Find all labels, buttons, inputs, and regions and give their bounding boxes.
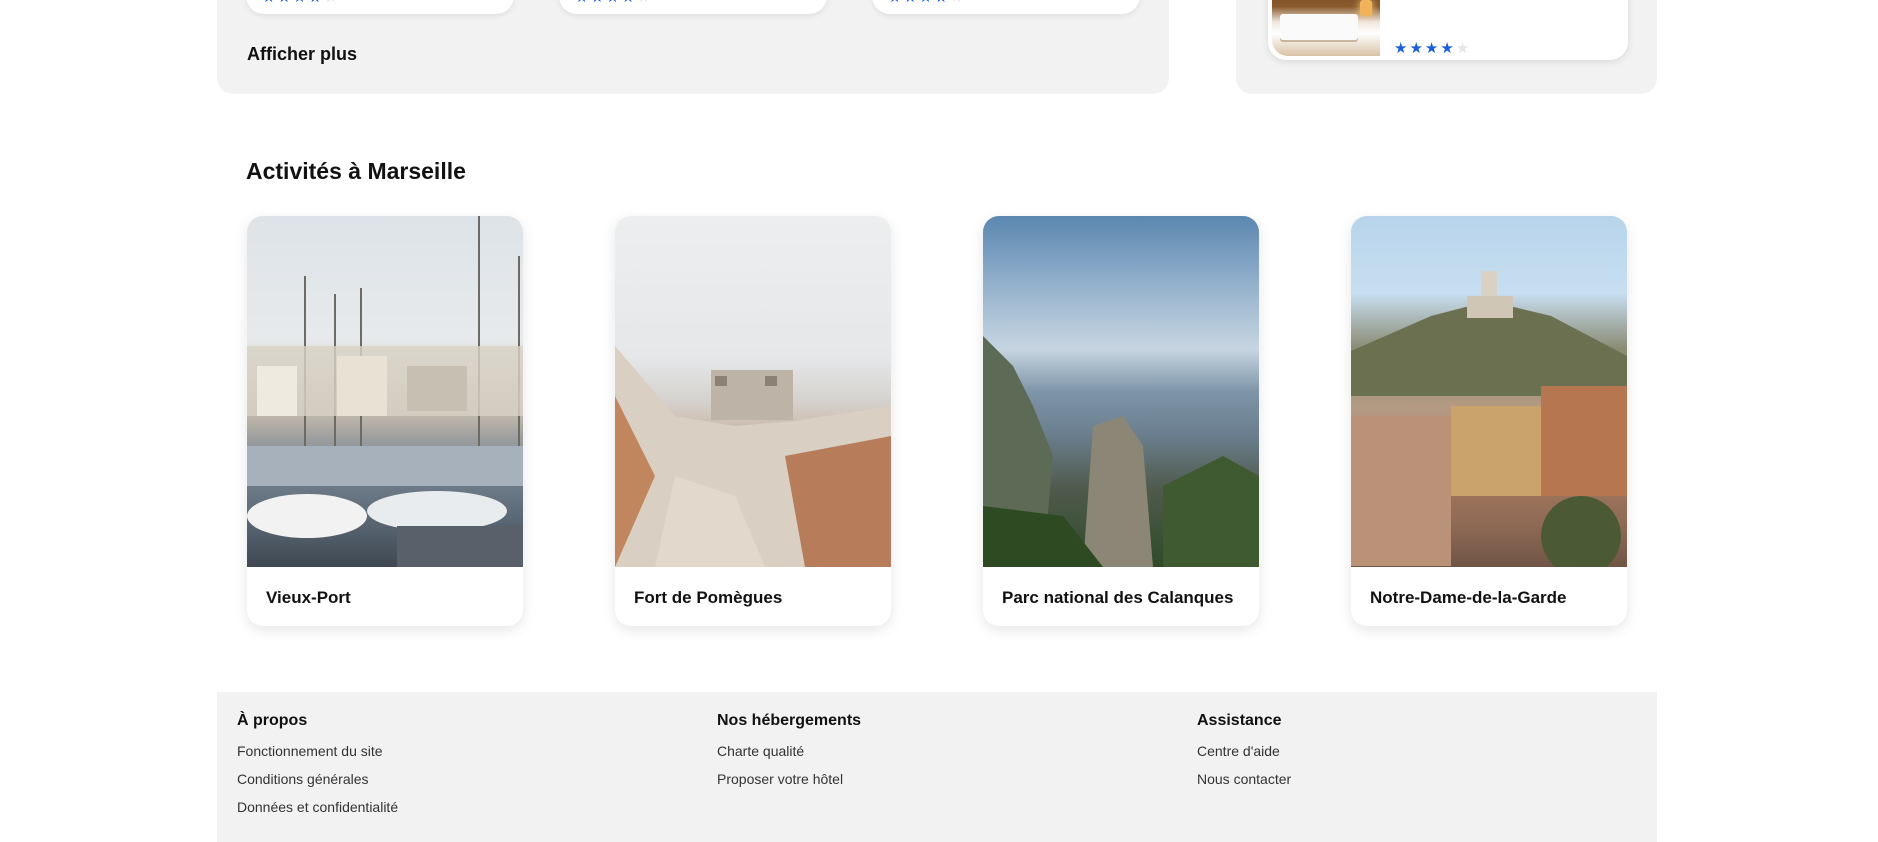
- footer-column-accommodation: Nos hébergements Charte qualité Proposer…: [717, 712, 861, 799]
- footer: À propos Fonctionnement du site Conditio…: [217, 692, 1657, 842]
- star-icon: ★: [621, 0, 634, 5]
- rating-stars: ★★★★★: [1394, 41, 1469, 56]
- activity-image: [247, 216, 523, 567]
- activity-name: Notre-Dame-de-la-Garde: [1370, 588, 1567, 607]
- footer-column-about: À propos Fonctionnement du site Conditio…: [237, 712, 398, 827]
- star-icon: ★: [324, 0, 337, 5]
- star-icon: ★: [308, 0, 321, 5]
- show-more-link[interactable]: Afficher plus: [247, 44, 357, 65]
- side-panel: ★ ★ ★ ★ ★: [1236, 0, 1657, 94]
- footer-link[interactable]: Centre d'aide: [1197, 743, 1291, 759]
- star-icon: ★: [590, 0, 603, 5]
- star-icon: ★: [903, 0, 916, 5]
- star-icon: ★: [1440, 40, 1454, 57]
- rating-stars: ★★★★★: [888, 0, 963, 5]
- star-icon: ★: [1455, 40, 1470, 57]
- activity-card-calanques[interactable]: Parc national des Calanques: [983, 216, 1259, 626]
- footer-column-assistance: Assistance Centre d'aide Nous contacter: [1197, 712, 1291, 799]
- activity-name: Vieux-Port: [266, 588, 351, 607]
- star-icon: ★: [575, 0, 588, 5]
- hotels-panel: ★★★★★ ★★★★★ ★★★★★ Afficher plus: [217, 0, 1169, 94]
- rating-stars: ★★★★★: [262, 0, 337, 5]
- footer-link[interactable]: Proposer votre hôtel: [717, 771, 861, 787]
- footer-link[interactable]: Conditions générales: [237, 771, 398, 787]
- star-icon: ★: [277, 0, 290, 5]
- footer-link[interactable]: Fonctionnement du site: [237, 743, 398, 759]
- activity-image: [615, 216, 891, 567]
- star-icon: ★: [606, 0, 619, 5]
- activity-card-notre-dame[interactable]: Notre-Dame-de-la-Garde: [1351, 216, 1627, 626]
- hotel-room-image: [1272, 0, 1380, 56]
- star-icon: ★: [919, 0, 932, 5]
- star-icon: ★: [262, 0, 275, 5]
- footer-title: Assistance: [1197, 712, 1282, 729]
- star-icon: ★: [637, 0, 650, 5]
- section-title: Activités à Marseille: [246, 158, 466, 184]
- activity-card-fort-pomegues[interactable]: Fort de Pomègues: [615, 216, 891, 626]
- hotel-card[interactable]: ★★★★★: [872, 0, 1140, 14]
- hotel-card[interactable]: ★★★★★: [246, 0, 514, 14]
- star-icon: ★: [950, 0, 963, 5]
- star-icon: ★: [1424, 40, 1439, 57]
- side-hotel-card[interactable]: ★ ★ ★ ★ ★: [1268, 0, 1628, 60]
- rating-stars: ★★★★★: [575, 0, 650, 5]
- activity-image: [1351, 216, 1627, 567]
- activity-name: Fort de Pomègues: [634, 588, 783, 607]
- footer-link[interactable]: Charte qualité: [717, 743, 861, 759]
- footer-title: Nos hébergements: [717, 712, 862, 729]
- star-icon: ★: [1409, 40, 1423, 57]
- activity-card-vieux-port[interactable]: Vieux-Port: [247, 216, 523, 626]
- star-icon: ★: [888, 0, 901, 5]
- activity-name: Parc national des Calanques: [1002, 588, 1234, 607]
- activity-image: [983, 216, 1259, 567]
- star-icon: ★: [1394, 40, 1408, 57]
- star-icon: ★: [934, 0, 947, 5]
- footer-link[interactable]: Données et confidentialité: [237, 799, 398, 815]
- star-icon: ★: [293, 0, 306, 5]
- footer-title: À propos: [237, 712, 308, 729]
- footer-link[interactable]: Nous contacter: [1197, 771, 1291, 787]
- hotel-card[interactable]: ★★★★★: [559, 0, 827, 14]
